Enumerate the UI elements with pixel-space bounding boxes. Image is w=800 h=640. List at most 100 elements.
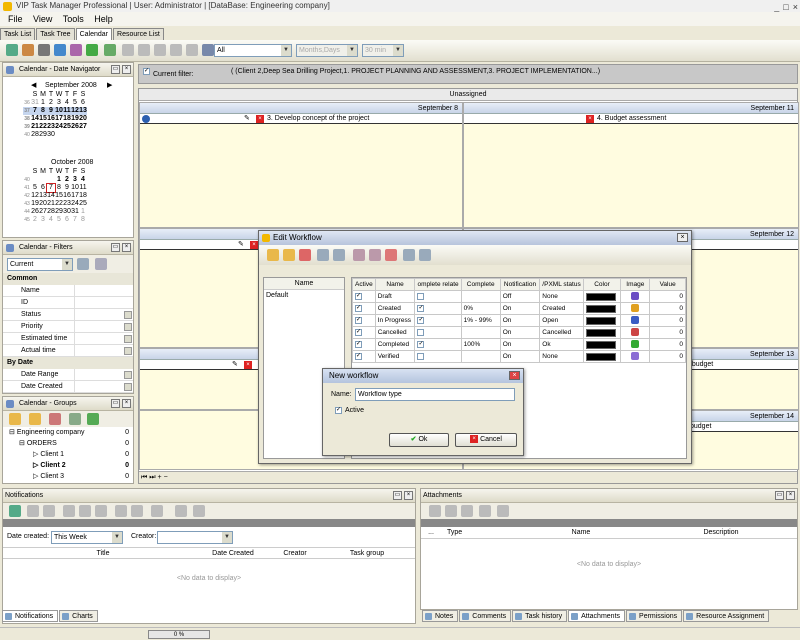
dropdown-icon[interactable] bbox=[124, 323, 132, 331]
close-icon[interactable]: × bbox=[404, 491, 413, 500]
week-row[interactable]: 40 28 29 30 bbox=[23, 131, 87, 139]
status-notification[interactable]: On bbox=[499, 314, 541, 327]
col-active[interactable]: Active bbox=[352, 278, 376, 291]
task-item[interactable]: × 4. Budget assessment bbox=[464, 114, 798, 124]
related-checkbox[interactable]: ✓ bbox=[417, 304, 425, 312]
active-checkbox[interactable]: ✓ bbox=[352, 338, 376, 351]
dropdown-icon[interactable] bbox=[124, 311, 132, 319]
interval-combo[interactable]: 30 min ▼ bbox=[362, 44, 404, 57]
status-notification[interactable]: On bbox=[499, 302, 541, 315]
refresh-icon[interactable] bbox=[104, 44, 116, 56]
filter-field-id[interactable]: ID bbox=[3, 297, 133, 309]
color-swatch[interactable] bbox=[585, 340, 616, 349]
properties-icon[interactable] bbox=[54, 44, 66, 56]
week-row[interactable]: 44 26 27 28 29 30 31 1 bbox=[23, 208, 87, 216]
week-row[interactable]: 42 12 13 14 15 16 17 18 bbox=[23, 192, 87, 200]
status-color[interactable] bbox=[582, 326, 622, 339]
col-xml-status[interactable]: /PXML status bbox=[539, 278, 584, 291]
status-value[interactable]: 0 bbox=[649, 314, 686, 327]
week-row[interactable]: 41 5 6 7 8 9 10 11 bbox=[23, 183, 87, 193]
status-name[interactable]: Verified bbox=[374, 350, 416, 363]
status-name[interactable]: Completed bbox=[374, 338, 416, 351]
tab-charts[interactable]: Charts bbox=[59, 610, 98, 622]
dropdown-icon[interactable] bbox=[124, 347, 132, 355]
add-attachment-icon[interactable] bbox=[429, 505, 441, 517]
tree-node[interactable]: ▷ Client 10 bbox=[3, 449, 133, 460]
edit-task-icon[interactable] bbox=[22, 44, 34, 56]
tree-node[interactable]: ⊟ Engineering company 0 bbox=[3, 427, 133, 438]
col-image[interactable]: Image bbox=[620, 278, 651, 291]
resource-view-icon[interactable] bbox=[202, 44, 214, 56]
status-notification[interactable]: On bbox=[499, 350, 541, 363]
units-combo[interactable]: Months,Days ▼ bbox=[296, 44, 358, 57]
add-status-icon[interactable] bbox=[353, 249, 365, 261]
status-xml[interactable]: None bbox=[539, 350, 584, 363]
col-ellipsis[interactable]: ... bbox=[421, 527, 441, 538]
week-row[interactable]: 39 21 22 23 24 25 26 27 bbox=[23, 123, 87, 131]
export-icon[interactable] bbox=[86, 44, 98, 56]
filter-field-status[interactable]: Status bbox=[3, 309, 133, 321]
work-week-view-icon[interactable] bbox=[138, 44, 150, 56]
active-checkbox[interactable]: ✓ bbox=[352, 350, 376, 363]
status-notification[interactable]: Off bbox=[499, 290, 541, 303]
related-checkbox[interactable] bbox=[414, 290, 462, 303]
related-checkbox[interactable] bbox=[414, 350, 462, 363]
prev-icon[interactable]: ⏭ bbox=[149, 474, 155, 481]
ok-button[interactable]: ✔ Ok bbox=[389, 433, 449, 447]
tab-resource-assignment[interactable]: Resource Assignment bbox=[683, 610, 770, 622]
new-task-icon[interactable] bbox=[6, 44, 18, 56]
menu-file[interactable]: File bbox=[8, 14, 23, 24]
status-row[interactable]: ✓ Cancelled On Cancelled 0 bbox=[352, 326, 686, 339]
dock-icon[interactable]: ▭ bbox=[111, 65, 120, 74]
tab-comments[interactable]: Comments bbox=[459, 610, 512, 622]
calendar-scrollbar[interactable]: ⏮ ⏭ + − bbox=[139, 471, 797, 483]
col-type[interactable]: Type bbox=[441, 527, 511, 538]
close-icon[interactable]: × bbox=[122, 243, 131, 252]
col-color[interactable]: Color bbox=[582, 278, 622, 291]
filter-field-actual-time[interactable]: Actual time bbox=[3, 345, 133, 357]
filter-field-estimated-time[interactable]: Estimated time bbox=[3, 333, 133, 345]
creator-combo[interactable]: ▼ bbox=[157, 531, 233, 544]
status-name[interactable]: Draft bbox=[374, 290, 416, 303]
active-checkbox[interactable]: ✓ bbox=[355, 328, 362, 336]
related-checkbox[interactable]: ✓ bbox=[414, 338, 462, 351]
open-attachment-icon[interactable] bbox=[445, 505, 457, 517]
color-swatch[interactable] bbox=[585, 304, 616, 313]
col-complete-related[interactable]: omplete relate bbox=[414, 278, 462, 291]
menu-help[interactable]: Help bbox=[94, 14, 113, 24]
delete-status-icon[interactable] bbox=[385, 249, 397, 261]
tab-calendar[interactable]: Calendar bbox=[75, 28, 113, 40]
down-arrow-icon[interactable] bbox=[333, 249, 345, 261]
tab-resource-list[interactable]: Resource List bbox=[113, 28, 164, 40]
dock-icon[interactable]: ▭ bbox=[111, 399, 120, 408]
filter-field-date-created[interactable]: Date Created bbox=[3, 381, 133, 393]
related-checkbox[interactable] bbox=[414, 326, 462, 339]
col-task-group[interactable]: Task group bbox=[327, 548, 407, 558]
status-image[interactable] bbox=[620, 338, 651, 351]
edit-workflow-icon[interactable] bbox=[283, 249, 295, 261]
active-checkbox[interactable]: ✓ bbox=[352, 314, 376, 327]
active-checkbox[interactable]: ✓ bbox=[352, 326, 376, 339]
cancel-button[interactable]: × Cancel bbox=[455, 433, 517, 447]
filter-field-date-range[interactable]: Date Range bbox=[3, 369, 133, 381]
active-checkbox[interactable]: ✓ bbox=[335, 407, 342, 414]
status-complete[interactable]: 1% - 99% bbox=[460, 314, 501, 327]
status-value[interactable]: 0 bbox=[649, 290, 686, 303]
tab-task-history[interactable]: Task history bbox=[512, 610, 568, 622]
status-notification[interactable]: On bbox=[499, 338, 541, 351]
tab-notes[interactable]: Notes bbox=[422, 610, 459, 622]
tree-node[interactable]: ▷ Client 20 bbox=[3, 460, 133, 471]
close-icon[interactable]: × bbox=[122, 399, 131, 408]
active-checkbox[interactable]: ✓ bbox=[355, 292, 362, 300]
col-value[interactable]: Value bbox=[649, 278, 686, 291]
delete-icon[interactable]: × bbox=[256, 115, 264, 123]
edit-status-icon[interactable] bbox=[369, 249, 381, 261]
week-row[interactable]: 43 19 20 21 22 23 24 25 bbox=[23, 200, 87, 208]
menu-tools[interactable]: Tools bbox=[63, 14, 84, 24]
status-value[interactable]: 0 bbox=[649, 350, 686, 363]
related-checkbox[interactable] bbox=[417, 352, 425, 360]
mark-read-icon[interactable] bbox=[63, 505, 75, 517]
next-month-icon[interactable]: ▶ bbox=[107, 81, 112, 89]
settings-icon[interactable] bbox=[175, 505, 187, 517]
dock-icon[interactable]: ▭ bbox=[393, 491, 402, 500]
